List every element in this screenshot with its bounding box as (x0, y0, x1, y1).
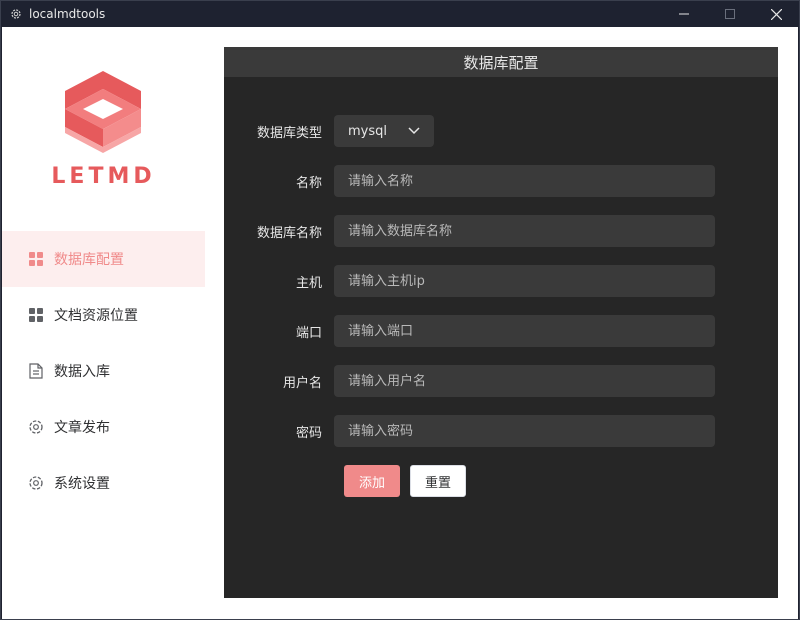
sidebar-item-settings[interactable]: 系统设置 (2, 455, 205, 511)
close-button[interactable] (753, 1, 799, 27)
username-input[interactable] (334, 365, 715, 397)
db-type-value: mysql (348, 123, 387, 139)
sidebar-item-label: 系统设置 (54, 476, 110, 492)
sidebar-item-label: 文档资源位置 (54, 308, 138, 324)
logo-text: LETMD (51, 164, 156, 189)
gear-icon (28, 419, 44, 435)
page-title: 数据库配置 (224, 47, 778, 77)
password-input[interactable] (334, 415, 715, 447)
port-input[interactable] (334, 315, 715, 347)
form-row-port: 端口 (224, 315, 778, 347)
sidebar-item-label: 数据入库 (54, 364, 110, 380)
sidebar-nav: 数据库配置 文档资源位置 数据入库 文章发布 系统设置 (2, 231, 205, 511)
window-controls (661, 1, 799, 27)
minimize-icon (679, 13, 689, 15)
form-row-db-type: 数据库类型 mysql (224, 115, 778, 147)
port-label: 端口 (295, 325, 322, 341)
sidebar-item-label: 数据库配置 (54, 252, 124, 268)
db-type-select[interactable]: mysql (334, 115, 434, 147)
chevron-down-icon (408, 127, 420, 135)
maximize-icon (725, 9, 735, 19)
sidebar-item-label: 文章发布 (54, 420, 110, 436)
form-row-name: 名称 (224, 165, 778, 197)
logo: LETMD (2, 69, 205, 189)
form-row-username: 用户名 (224, 365, 778, 397)
main-panel: 数据库配置 数据库类型 mysql 名称 数据库名称 (224, 47, 778, 598)
form-row-db-name: 数据库名称 (224, 215, 778, 247)
sidebar-item-data-import[interactable]: 数据入库 (2, 343, 205, 399)
sidebar-item-doc-location[interactable]: 文档资源位置 (2, 287, 205, 343)
document-icon (28, 363, 44, 379)
grid-icon (28, 251, 44, 267)
add-button[interactable]: 添加 (344, 465, 400, 497)
db-name-input[interactable] (334, 215, 715, 247)
host-input[interactable] (334, 265, 715, 297)
name-label: 名称 (295, 175, 322, 191)
username-label: 用户名 (282, 375, 322, 391)
host-label: 主机 (295, 275, 322, 291)
db-name-label: 数据库名称 (256, 225, 322, 241)
title-bar[interactable]: localmdtools (1, 1, 799, 27)
form-row-host: 主机 (224, 265, 778, 297)
gear-icon (28, 475, 44, 491)
sidebar: LETMD 数据库配置 文档资源位置 数据入库 文章发布 系统设置 (2, 27, 205, 619)
minimize-button[interactable] (661, 1, 707, 27)
name-input[interactable] (334, 165, 715, 197)
sidebar-item-database-config[interactable]: 数据库配置 (2, 231, 205, 287)
reset-button[interactable]: 重置 (410, 465, 466, 497)
close-icon (770, 8, 782, 20)
client-area: LETMD 数据库配置 文档资源位置 数据入库 文章发布 系统设置 数据库配置 … (2, 27, 798, 619)
maximize-button[interactable] (707, 1, 753, 27)
password-label: 密码 (295, 425, 322, 441)
grid-icon (28, 307, 44, 323)
app-gear-icon (9, 7, 23, 21)
logo-cube-icon (65, 71, 141, 153)
form-row-password: 密码 (224, 415, 778, 447)
window-title: localmdtools (29, 7, 106, 21)
sidebar-item-publish[interactable]: 文章发布 (2, 399, 205, 455)
form-buttons: 添加 重置 (344, 465, 466, 497)
app-window: localmdtools LETMD 数据库配置 文档资源位置 数据入库 文章发… (0, 0, 800, 620)
db-type-label: 数据库类型 (256, 125, 322, 141)
